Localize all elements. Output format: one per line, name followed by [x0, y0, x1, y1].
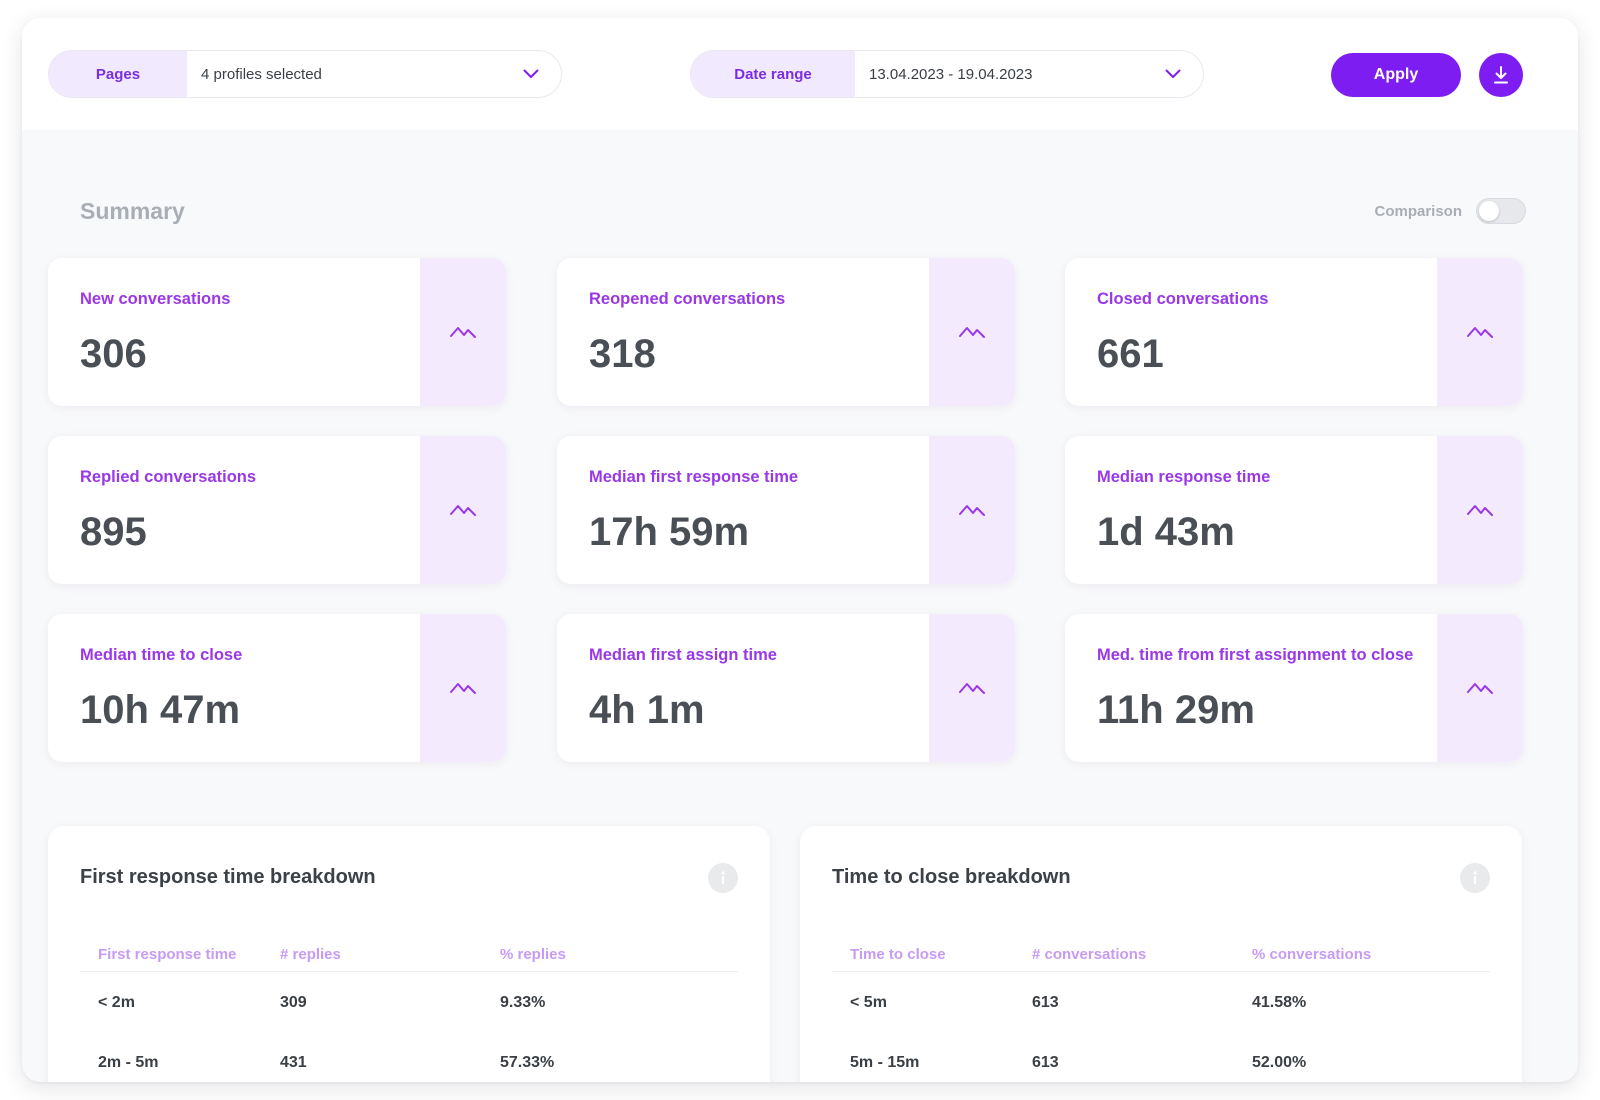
table-cell: 41.58% [1252, 994, 1307, 1011]
column-header: First response time [80, 938, 280, 972]
trend-chart-button[interactable] [420, 436, 506, 584]
metric-title: Replied conversations [80, 468, 257, 486]
chevron-down-icon[interactable] [501, 69, 561, 79]
info-icon[interactable] [708, 863, 738, 893]
metric-value: 4h 1m [589, 688, 705, 732]
metric-card-reopened-conversations: Reopened conversations 318 [557, 258, 1015, 406]
analytics-window: Pages 4 profiles selected Date range 13.… [22, 18, 1578, 1082]
metric-value: 17h 59m [589, 510, 750, 554]
trend-line-icon [959, 505, 985, 516]
metric-value: 661 [1097, 332, 1164, 376]
metric-title: Median time to close [80, 646, 243, 664]
trend-line-icon [1467, 327, 1493, 338]
metric-card-median-response-time: Median response time 1d 43m [1065, 436, 1523, 584]
table-row: 2m - 5m 431 57.33% [80, 1032, 738, 1083]
table-cell: 431 [280, 1053, 307, 1071]
table-cell: 52.00% [1252, 1053, 1307, 1071]
time-to-close-table: Time to close # conversations % conversa… [832, 938, 1490, 1082]
metric-value: 318 [589, 332, 656, 376]
pages-filter-value: 4 profiles selected [201, 65, 322, 83]
chevron-down-icon[interactable] [1143, 69, 1203, 79]
download-icon [1494, 66, 1508, 84]
table-cell: 9.33% [500, 994, 546, 1011]
trend-chart-button[interactable] [1437, 258, 1523, 406]
metric-title: Median first response time [589, 468, 799, 486]
summary-title: Summary [80, 198, 185, 224]
trend-chart-button[interactable] [929, 258, 1015, 406]
metric-value: 10h 47m [80, 688, 241, 732]
trend-line-icon [1467, 505, 1493, 516]
metric-card-new-conversations: New conversations 306 [48, 258, 506, 406]
metric-title: Closed conversations [1097, 290, 1269, 308]
metric-title: Reopened conversations [589, 290, 786, 308]
column-header: # replies [280, 938, 500, 972]
metric-title: New conversations [80, 290, 231, 308]
table-row: < 5m 613 41.58% [832, 972, 1490, 1032]
comparison-toggle[interactable] [1476, 198, 1526, 224]
table-row: 5m - 15m 613 52.00% [832, 1032, 1490, 1083]
table-cell: 5m - 15m [850, 1053, 920, 1071]
trend-line-icon [959, 683, 985, 694]
table-cell: 613 [1032, 994, 1059, 1011]
metric-value: 895 [80, 510, 147, 554]
first-response-table: First response time # replies % replies … [80, 938, 738, 1082]
comparison-label: Comparison [1374, 202, 1462, 220]
download-button[interactable] [1479, 53, 1523, 97]
filter-bar: Pages 4 profiles selected Date range 13.… [22, 18, 1578, 130]
metric-card-median-first-assign-time: Median first assign time 4h 1m [557, 614, 1015, 762]
metric-card-replied-conversations: Replied conversations 895 [48, 436, 506, 584]
trend-line-icon [450, 505, 476, 516]
table-cell: 309 [280, 994, 307, 1011]
panel-title: First response time breakdown [80, 866, 376, 888]
pages-filter-label: Pages [49, 51, 187, 97]
metric-card-med-time-from-first-assignment-to-close: Med. time from first assignment to close… [1065, 614, 1523, 762]
metric-title: Med. time from first assignment to close [1097, 646, 1414, 664]
column-header: % conversations [1252, 938, 1490, 972]
table-cell: 57.33% [500, 1053, 555, 1071]
trend-line-icon [450, 327, 476, 338]
metric-card-median-first-response-time: Median first response time 17h 59m [557, 436, 1015, 584]
first-response-panel: First response time breakdown First resp… [48, 826, 770, 1082]
column-header: Time to close [832, 938, 1032, 972]
trend-chart-button[interactable] [929, 614, 1015, 762]
table-row: < 2m 309 9.33% [80, 972, 738, 1032]
date-range-filter[interactable]: Date range 13.04.2023 - 19.04.2023 [690, 50, 1204, 98]
trend-line-icon [450, 683, 476, 694]
table-cell: < 5m [850, 994, 887, 1011]
trend-line-icon [1467, 683, 1493, 694]
pages-filter[interactable]: Pages 4 profiles selected [48, 50, 562, 98]
metric-card-closed-conversations: Closed conversations 661 [1065, 258, 1523, 406]
metric-title: Median first assign time [589, 646, 777, 664]
trend-chart-button[interactable] [420, 614, 506, 762]
apply-button[interactable]: Apply [1331, 53, 1461, 97]
metric-value: 1d 43m [1097, 510, 1235, 554]
trend-chart-button[interactable] [1437, 436, 1523, 584]
metric-value: 11h 29m [1097, 688, 1255, 732]
trend-chart-button[interactable] [420, 258, 506, 406]
date-range-label: Date range [691, 51, 855, 97]
column-header: % replies [500, 938, 738, 972]
trend-chart-button[interactable] [929, 436, 1015, 584]
panel-title: Time to close breakdown [832, 866, 1071, 888]
metric-title: Median response time [1097, 468, 1271, 486]
table-cell: 2m - 5m [98, 1053, 159, 1071]
trend-line-icon [959, 327, 985, 338]
metric-value: 306 [80, 332, 147, 376]
column-header: # conversations [1032, 938, 1252, 972]
table-cell: 613 [1032, 1053, 1059, 1071]
info-icon[interactable] [1460, 863, 1490, 893]
metric-card-median-time-to-close: Median time to close 10h 47m [48, 614, 506, 762]
date-range-value: 13.04.2023 - 19.04.2023 [869, 65, 1033, 83]
comparison-control: Comparison [1374, 198, 1526, 224]
time-to-close-panel: Time to close breakdown Time to close # … [800, 826, 1522, 1082]
table-cell: < 2m [98, 994, 135, 1011]
trend-chart-button[interactable] [1437, 614, 1523, 762]
